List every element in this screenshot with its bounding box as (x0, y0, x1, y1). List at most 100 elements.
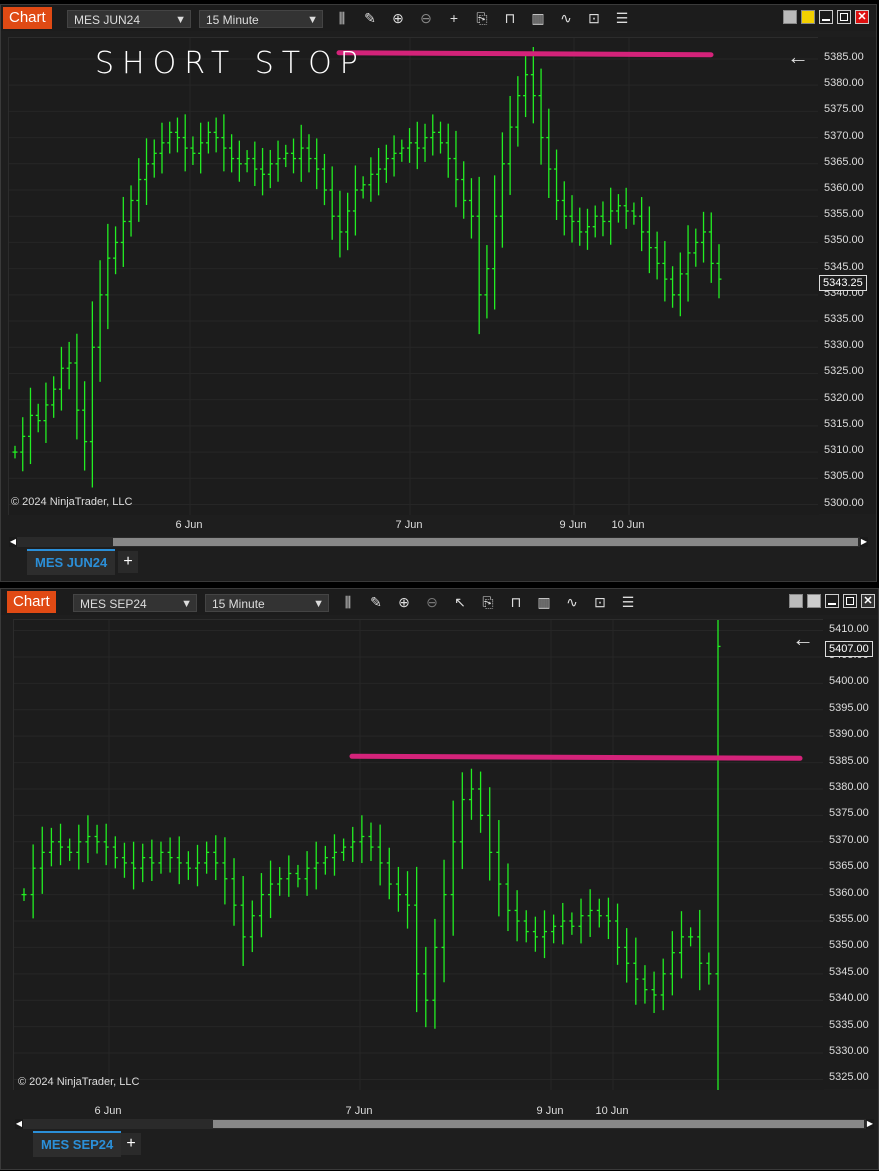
instrument-selector[interactable]: MES JUN24 ▼ (67, 10, 191, 28)
time-axis[interactable]: 6 Jun 7 Jun 9 Jun 10 Jun (13, 1101, 823, 1121)
pencil-icon[interactable]: ✎ (367, 593, 385, 611)
price-chart-plot[interactable]: SHORT STOP ← © 2024 NinjaTrader, LLC (8, 37, 819, 515)
minimize-button[interactable] (819, 10, 833, 24)
ohlc-bar (605, 897, 611, 940)
chart-toolbar: Chart MES SEP24 ▼ 15 Minute ▼ ⫼ ✎ ⊕ ⊖ ↖ … (1, 589, 878, 615)
ohlc-bar (213, 117, 219, 153)
indicators-icon[interactable]: ▥ (535, 593, 553, 611)
scroll-thumb[interactable] (113, 538, 858, 546)
interval-value: 15 Minute (212, 597, 265, 611)
price-axis-label: 5350.00 (829, 939, 869, 952)
window-gray2-button[interactable] (807, 594, 821, 608)
ohlc-bar (523, 910, 529, 943)
window-gray-button[interactable] (789, 594, 803, 608)
ohlc-bar (58, 823, 64, 866)
template-icon[interactable]: ⊡ (591, 593, 609, 611)
scroll-right-icon[interactable]: ▶ (866, 1119, 874, 1129)
zoom-out-icon[interactable]: ⊖ (423, 593, 441, 611)
ohlc-bar (12, 445, 18, 459)
ohlc-bar (592, 205, 598, 238)
strategies-icon[interactable]: ∿ (557, 9, 575, 27)
ohlc-bar (677, 252, 683, 317)
ohlc-bar (74, 333, 80, 440)
short-stop-line[interactable] (349, 753, 803, 761)
minimize-button[interactable] (825, 594, 839, 608)
ohlc-bar (249, 900, 255, 953)
interval-selector[interactable]: 15 Minute ▼ (205, 594, 329, 612)
scroll-thumb[interactable] (213, 1120, 864, 1128)
short-stop-line[interactable] (336, 50, 714, 58)
chart-title-tab[interactable]: Chart (3, 7, 52, 29)
list-icon[interactable]: ☰ (619, 593, 637, 611)
price-axis-label: 5390.00 (829, 728, 869, 741)
pencil-icon[interactable]: ✎ (361, 9, 379, 27)
ohlc-bar (229, 134, 235, 173)
time-axis-label: 7 Jun (395, 519, 423, 531)
interval-value: 15 Minute (206, 13, 259, 27)
data-box-icon[interactable]: ⎘ (479, 593, 497, 611)
back-arrow-icon[interactable]: ← (787, 44, 809, 70)
zoom-in-icon[interactable]: ⊕ (395, 593, 413, 611)
maximize-button[interactable] (843, 594, 857, 608)
ohlc-bar (560, 902, 566, 945)
data-box-icon[interactable]: ⎘ (473, 9, 491, 27)
properties-icon[interactable]: ⊓ (501, 9, 519, 27)
instrument-selector[interactable]: MES SEP24 ▼ (73, 594, 197, 612)
close-button[interactable]: ✕ (855, 10, 869, 24)
chart-window-sep24: Chart MES SEP24 ▼ 15 Minute ▼ ⫼ ✎ ⊕ ⊖ ↖ … (0, 588, 879, 1170)
scroll-left-icon[interactable]: ◀ (15, 1119, 23, 1129)
crosshair-icon[interactable]: + (445, 9, 463, 27)
template-icon[interactable]: ⊡ (585, 9, 603, 27)
annotation-short-stop: SHORT STOP (95, 46, 366, 81)
bar-style-icon[interactable]: ⫼ (333, 9, 351, 27)
ohlc-bar (30, 844, 36, 919)
ohlc-bar (577, 207, 583, 246)
chart-window-jun24: Chart MES JUN24 ▼ 15 Minute ▼ ⫼ ✎ ⊕ ⊖ + … (0, 4, 877, 582)
price-axis-label: 5335.00 (824, 313, 864, 326)
indicators-icon[interactable]: ▥ (529, 9, 547, 27)
properties-icon[interactable]: ⊓ (507, 593, 525, 611)
add-tab-button[interactable]: + (121, 1133, 141, 1155)
list-icon[interactable]: ☰ (613, 9, 631, 27)
time-axis[interactable]: 6 Jun 7 Jun 9 Jun 10 Jun (8, 515, 818, 535)
ohlc-bar (624, 928, 630, 983)
ohlc-bar (423, 946, 429, 1028)
bar-style-icon[interactable]: ⫼ (339, 593, 357, 611)
instrument-tab[interactable]: MES SEP24 (33, 1131, 122, 1157)
close-button[interactable]: ✕ (861, 594, 875, 608)
price-axis-label: 5385.00 (824, 50, 864, 63)
instrument-tab[interactable]: MES JUN24 (27, 549, 116, 575)
add-tab-button[interactable]: + (118, 551, 138, 573)
scroll-right-icon[interactable]: ▶ (860, 537, 868, 547)
ohlc-bar (484, 245, 490, 319)
window-gray-button[interactable] (783, 10, 797, 24)
price-chart-plot[interactable]: ← © 2024 NinjaTrader, LLC (13, 619, 824, 1090)
window-yellow-button[interactable] (801, 10, 815, 24)
ohlc-bar (660, 958, 666, 1011)
scroll-left-icon[interactable]: ◀ (9, 537, 17, 547)
ohlc-bar (48, 827, 54, 867)
chart-title-tab[interactable]: Chart (7, 591, 56, 613)
price-axis-label: 5345.00 (824, 260, 864, 273)
price-axis-label: 5310.00 (824, 444, 864, 457)
ohlc-bar (407, 128, 413, 163)
ohlc-bar (639, 197, 645, 252)
horizontal-scrollbar[interactable]: ◀ ▶ (9, 537, 868, 547)
ohlc-bar (204, 841, 210, 874)
ohlc-bar (468, 178, 474, 239)
price-axis[interactable]: 5410.005405.005400.005395.005390.005385.… (823, 619, 878, 1089)
zoom-in-icon[interactable]: ⊕ (389, 9, 407, 27)
ohlc-bar (693, 228, 699, 267)
horizontal-scrollbar[interactable]: ◀ ▶ (15, 1119, 874, 1129)
pointer-icon[interactable]: ↖ (451, 593, 469, 611)
interval-selector[interactable]: 15 Minute ▼ (199, 10, 323, 28)
price-axis-label: 5380.00 (829, 780, 869, 793)
strategies-icon[interactable]: ∿ (563, 593, 581, 611)
maximize-button[interactable] (837, 10, 851, 24)
ohlc-bar (662, 241, 668, 302)
time-axis-label: 10 Jun (611, 519, 645, 531)
ohlc-bar (304, 851, 310, 896)
back-arrow-icon[interactable]: ← (792, 626, 814, 652)
instrument-value: MES SEP24 (80, 597, 147, 611)
zoom-out-icon[interactable]: ⊖ (417, 9, 435, 27)
